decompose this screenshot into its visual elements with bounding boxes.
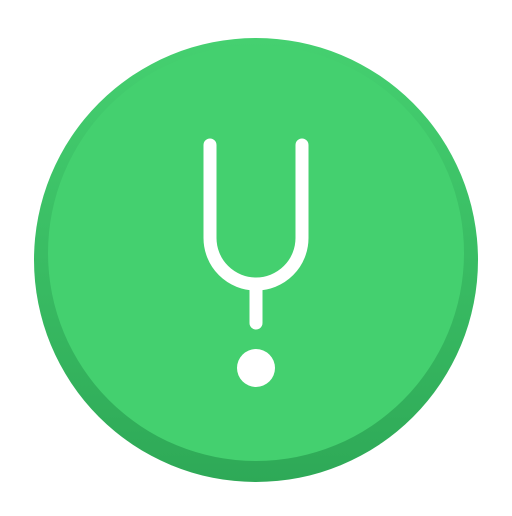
tuning-fork-dot xyxy=(237,349,275,387)
icon-background-circle xyxy=(48,45,464,461)
app-icon xyxy=(0,0,512,512)
tuning-fork-icon-svg xyxy=(34,38,478,482)
